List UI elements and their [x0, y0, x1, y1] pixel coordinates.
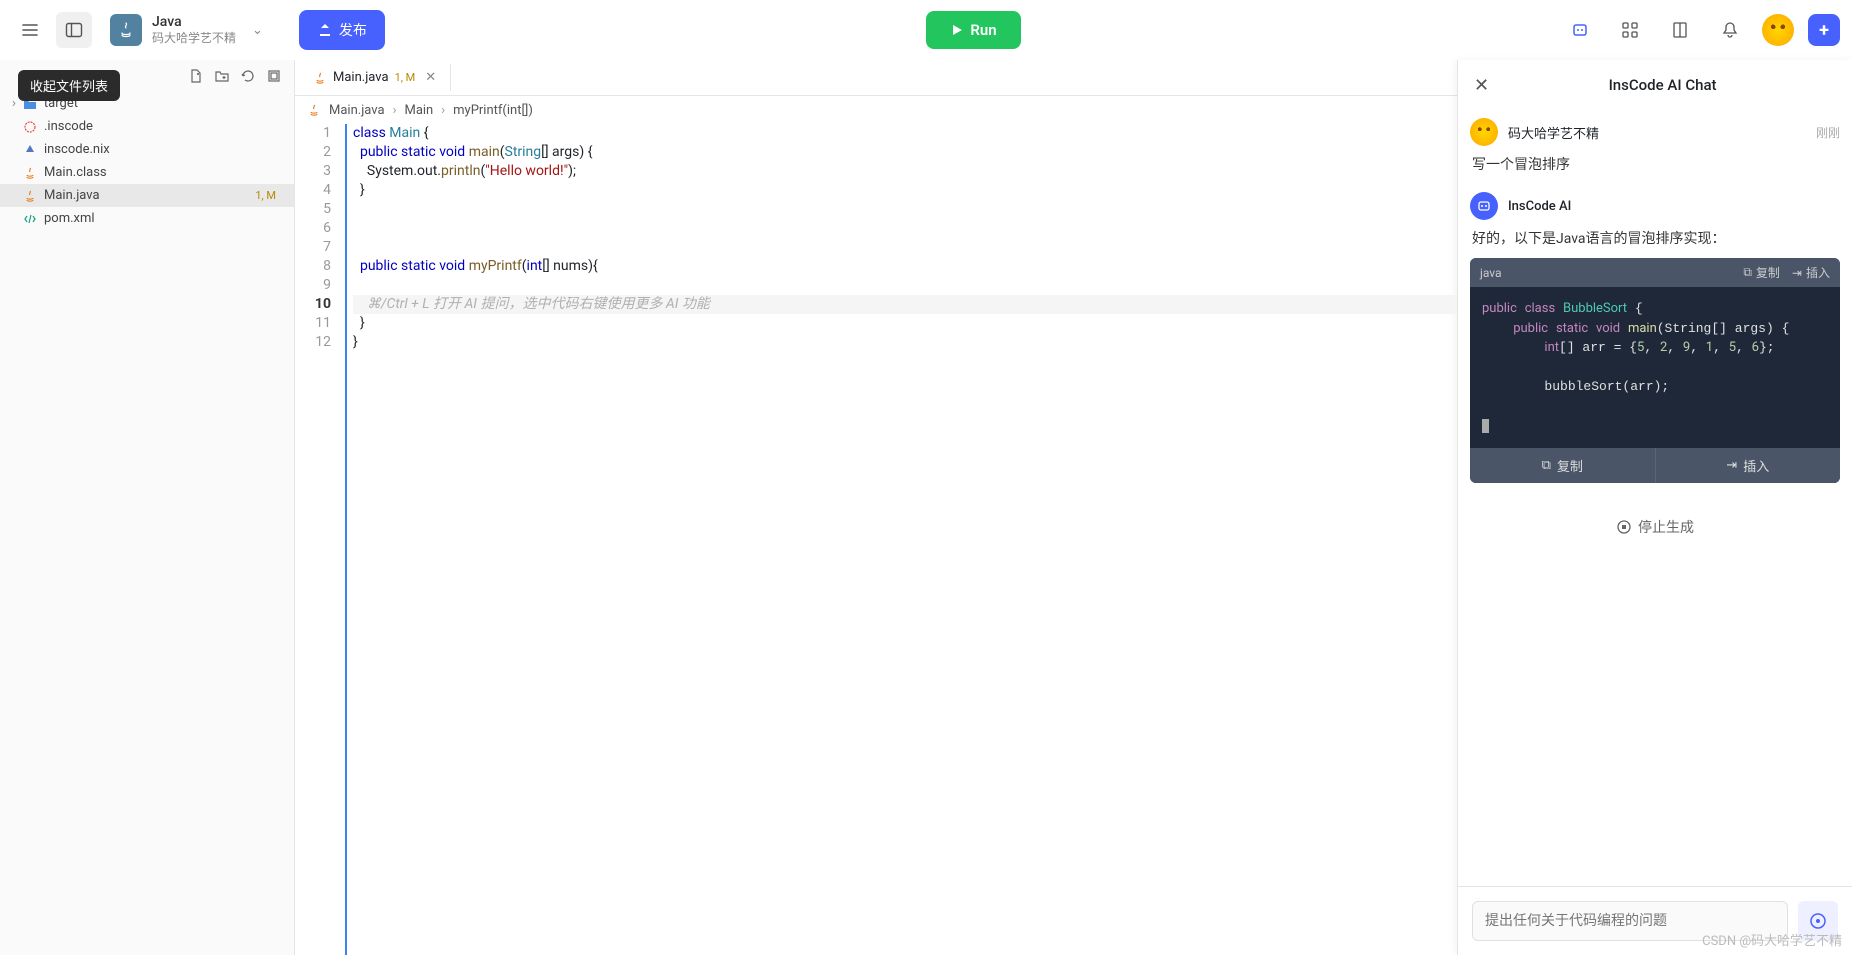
- tab-label: Main.java: [333, 70, 389, 85]
- file-sidebar: › target.inscodeinscode.nixMain.classMai…: [0, 60, 295, 955]
- chat-body: 码大哈学艺不精 刚刚 写一个冒泡排序 InsCode AI 好的，以下是Java…: [1458, 110, 1852, 886]
- plus-button[interactable]: +: [1808, 14, 1840, 46]
- message-time: 刚刚: [1816, 124, 1840, 141]
- insert-button[interactable]: ⇥ 插入: [1656, 448, 1841, 483]
- java-icon: [110, 14, 142, 46]
- toggle-sidebar-icon[interactable]: [56, 12, 92, 48]
- book-icon[interactable]: [1662, 12, 1698, 48]
- publish-button[interactable]: 发布: [299, 10, 385, 50]
- code-lang: java: [1480, 266, 1502, 280]
- chevron-right-icon: ›: [393, 103, 397, 118]
- ai-name: InsCode AI: [1508, 199, 1571, 214]
- config-icon: [22, 120, 38, 134]
- user-message: 码大哈学艺不精 刚刚 写一个冒泡排序: [1470, 118, 1840, 174]
- java-icon: [307, 103, 321, 117]
- stop-generate-button[interactable]: 停止生成: [1470, 501, 1840, 553]
- crumb-class[interactable]: Main: [404, 103, 433, 118]
- user-name: 码大哈学艺不精: [1508, 123, 1599, 142]
- bell-icon[interactable]: [1712, 12, 1748, 48]
- ai-avatar-icon: [1470, 192, 1498, 220]
- nix-icon: [22, 143, 38, 157]
- file-name: inscode.nix: [44, 142, 110, 157]
- xml-icon: [22, 212, 38, 226]
- topbar: Java 码大哈学艺不精 ⌄ 发布 Run +: [0, 0, 1852, 60]
- breadcrumb: Main.java › Main › myPrintf(int[]): [295, 96, 1457, 124]
- close-icon[interactable]: ✕: [1474, 75, 1489, 96]
- file-item[interactable]: .inscode: [0, 115, 294, 138]
- tooltip: 收起文件列表: [18, 70, 120, 101]
- tab-bar: Main.java 1, M ✕: [295, 60, 1457, 96]
- crumb-file[interactable]: Main.java: [329, 103, 385, 118]
- chat-panel: ✕ InsCode AI Chat 码大哈学艺不精 刚刚 写一个冒泡排序 Ins…: [1457, 60, 1852, 955]
- chevron-down-icon: ⌄: [252, 23, 263, 38]
- file-status: 1, M: [255, 189, 284, 202]
- run-button[interactable]: Run: [926, 11, 1020, 49]
- ai-message: InsCode AI 好的，以下是Java语言的冒泡排序实现： java ⧉ 复…: [1470, 192, 1840, 483]
- file-name: pom.xml: [44, 211, 95, 226]
- ai-icon[interactable]: [1562, 12, 1598, 48]
- java-icon: [22, 166, 38, 180]
- collapse-icon[interactable]: [266, 68, 282, 84]
- file-name: Main.java: [44, 188, 100, 203]
- file-name: Main.class: [44, 165, 107, 180]
- refresh-icon[interactable]: [240, 68, 256, 84]
- crumb-method[interactable]: myPrintf(int[]): [453, 103, 533, 118]
- code-lines[interactable]: class Main { public static void main(Str…: [345, 124, 1457, 955]
- watermark: CSDN @码大哈学艺不精: [1702, 930, 1842, 949]
- avatar: [1470, 118, 1498, 146]
- avatar[interactable]: [1762, 14, 1794, 46]
- file-item[interactable]: Main.java 1, M: [0, 184, 294, 207]
- grid-icon[interactable]: [1612, 12, 1648, 48]
- java-icon: [313, 71, 327, 85]
- code-content[interactable]: public class BubbleSort { public static …: [1470, 287, 1840, 448]
- chevron-right-icon: ›: [441, 103, 445, 118]
- tab-main-java[interactable]: Main.java 1, M ✕: [303, 64, 451, 91]
- file-item[interactable]: Main.class: [0, 161, 294, 184]
- file-name: .inscode: [44, 119, 93, 134]
- code-area[interactable]: 123456789101112 class Main { public stat…: [295, 124, 1457, 955]
- file-list: › target.inscodeinscode.nixMain.classMai…: [0, 92, 294, 955]
- code-block: java ⧉ 复制 ⇥ 插入 public class BubbleSort {…: [1470, 258, 1840, 483]
- insert-button[interactable]: ⇥ 插入: [1792, 264, 1830, 281]
- right-toolbar: +: [1562, 12, 1840, 48]
- new-file-icon[interactable]: [188, 68, 204, 84]
- menu-icon[interactable]: [12, 12, 48, 48]
- new-folder-icon[interactable]: [214, 68, 230, 84]
- tab-status: 1, M: [395, 71, 416, 84]
- project-selector[interactable]: Java 码大哈学艺不精 ⌄: [100, 10, 273, 50]
- file-item[interactable]: inscode.nix: [0, 138, 294, 161]
- copy-button[interactable]: ⧉ 复制: [1470, 448, 1656, 483]
- chat-header: ✕ InsCode AI Chat: [1458, 60, 1852, 110]
- project-name: Java: [152, 14, 236, 31]
- project-owner: 码大哈学艺不精: [152, 31, 236, 45]
- message-text: 写一个冒泡排序: [1470, 154, 1840, 174]
- message-text: 好的，以下是Java语言的冒泡排序实现：: [1470, 228, 1840, 248]
- file-item[interactable]: pom.xml: [0, 207, 294, 230]
- chat-title: InsCode AI Chat: [1489, 76, 1836, 94]
- editor: Main.java 1, M ✕ Main.java › Main › myPr…: [295, 60, 1457, 955]
- close-icon[interactable]: ✕: [421, 70, 440, 85]
- copy-button[interactable]: ⧉ 复制: [1743, 264, 1780, 281]
- line-gutter: 123456789101112: [295, 124, 345, 955]
- java-icon: [22, 189, 38, 203]
